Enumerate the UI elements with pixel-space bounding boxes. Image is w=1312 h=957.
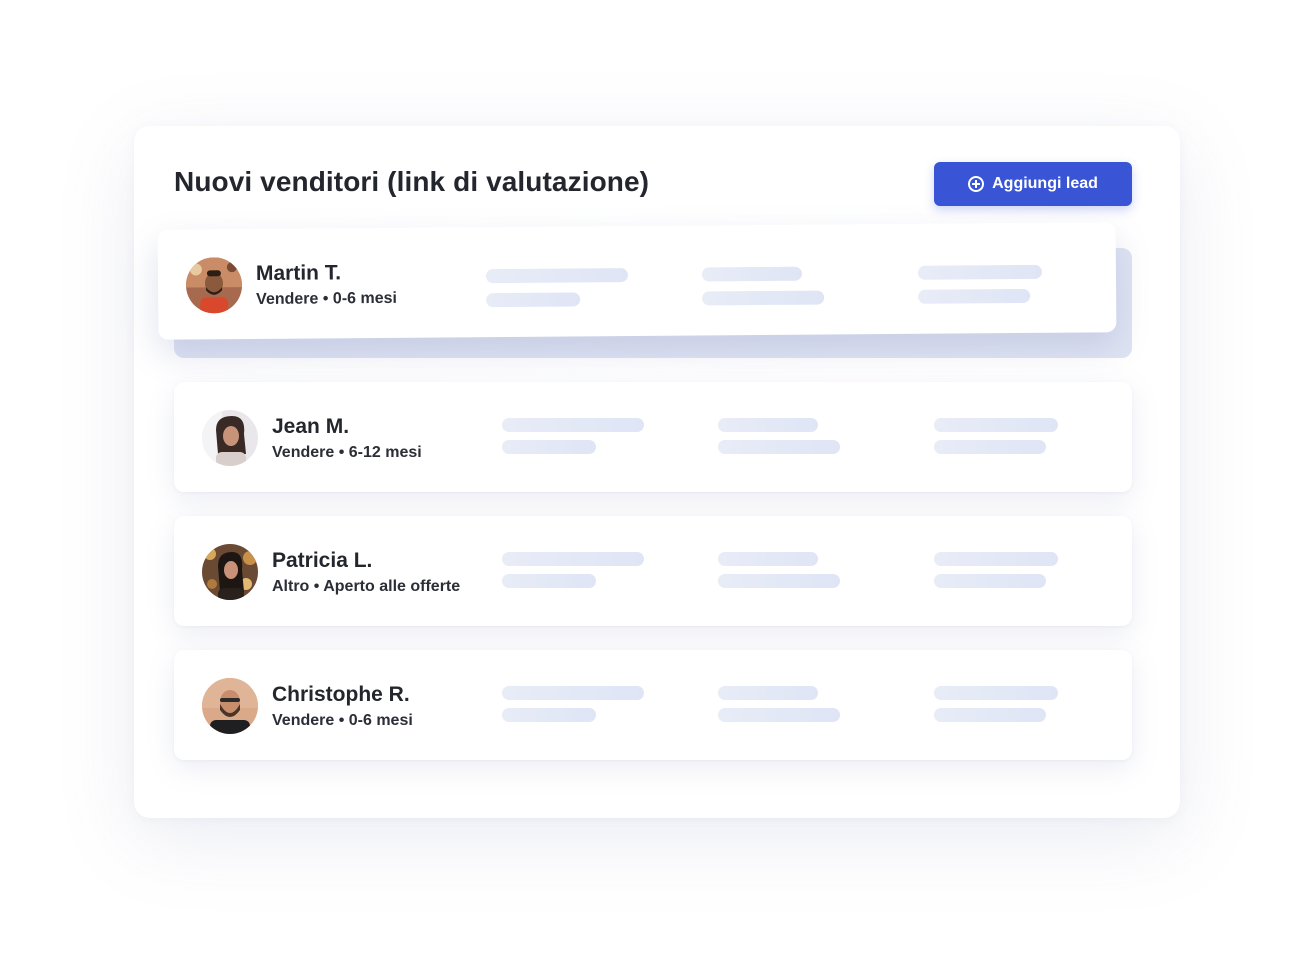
skeleton-line — [502, 708, 596, 722]
lead-detail: Altro • Aperto alle offerte — [272, 578, 461, 595]
lead-card[interactable]: Patricia L. Altro • Aperto alle offerte — [174, 516, 1132, 626]
avatar — [202, 410, 258, 466]
leads-panel: Nuovi venditori (link di valutazione) Ag… — [134, 126, 1180, 818]
skeleton-line — [934, 418, 1058, 432]
skeleton-line — [718, 552, 818, 566]
add-lead-label: Aggiungi lead — [992, 175, 1098, 192]
skeleton-line — [934, 440, 1046, 454]
skeleton-line — [718, 686, 818, 700]
avatar — [185, 257, 243, 314]
skeleton-line — [918, 288, 1031, 304]
page-title: Nuovi venditori (link di valutazione) — [174, 166, 650, 197]
skeleton-line — [502, 418, 644, 432]
skeleton-line — [718, 418, 818, 432]
skeleton-line — [934, 708, 1046, 722]
plus-circle-icon — [968, 176, 985, 192]
skeleton-line — [934, 686, 1058, 700]
lead-detail: Vendere • 0-6 mesi — [256, 289, 397, 308]
skeleton-line — [486, 292, 581, 308]
skeleton-line — [934, 574, 1046, 588]
lead-name: Jean M. — [272, 415, 350, 438]
skeleton-line — [718, 440, 840, 454]
skeleton-line — [718, 574, 840, 588]
lead-card[interactable]: Christophe R. Vendere • 0-6 mesi — [174, 650, 1132, 760]
lead-detail: Vendere • 6-12 mesi — [272, 444, 422, 461]
lead-name: Martin T. — [255, 261, 342, 285]
lead-detail: Vendere • 0-6 mesi — [272, 712, 413, 729]
skeleton-line — [502, 552, 644, 566]
lead-name: Patricia L. — [272, 549, 373, 572]
lead-name: Christophe R. — [272, 683, 410, 706]
avatar — [202, 678, 258, 734]
lead-card[interactable]: Jean M. Vendere • 6-12 mesi — [174, 382, 1132, 492]
skeleton-line — [502, 574, 596, 588]
skeleton-line — [485, 268, 629, 284]
skeleton-line — [718, 708, 840, 722]
skeleton-line — [502, 440, 596, 454]
lead-card[interactable]: Martin T. Vendere • 0-6 mesi — [157, 222, 1117, 340]
skeleton-line — [934, 552, 1058, 566]
skeleton-line — [917, 264, 1042, 280]
skeleton-line — [502, 686, 644, 700]
skeleton-line — [702, 290, 825, 306]
skeleton-line — [701, 266, 803, 282]
add-lead-button[interactable]: Aggiungi lead — [934, 162, 1132, 206]
avatar — [202, 544, 258, 600]
